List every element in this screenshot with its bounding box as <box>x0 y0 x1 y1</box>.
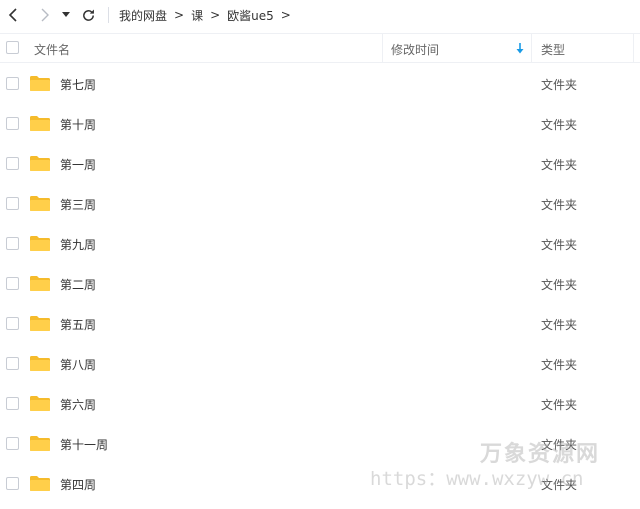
column-header-modified[interactable]: 修改时间 <box>391 41 439 58</box>
breadcrumb-item-current[interactable]: 欧酱ue5 <box>227 7 274 24</box>
table-row[interactable]: 第五周 文件夹 <box>0 304 640 344</box>
caret-down-icon <box>62 12 70 17</box>
folder-icon <box>30 356 50 371</box>
breadcrumb-separator: > <box>280 8 291 22</box>
folder-icon <box>30 236 50 251</box>
row-checkbox[interactable] <box>6 77 19 90</box>
table-row[interactable]: 第三周 文件夹 <box>0 184 640 224</box>
file-list-header: 文件名 修改时间 类型 <box>0 33 640 63</box>
folder-name[interactable]: 第三周 <box>60 196 96 213</box>
table-row[interactable]: 第六周 文件夹 <box>0 384 640 424</box>
file-type: 文件夹 <box>541 438 578 452</box>
chevron-right-icon <box>41 8 49 22</box>
folder-name[interactable]: 第九周 <box>60 236 96 253</box>
folder-name[interactable]: 第十周 <box>60 116 96 133</box>
file-type: 文件夹 <box>541 198 578 212</box>
forward-button[interactable] <box>34 5 54 25</box>
column-header-name[interactable]: 文件名 <box>34 41 70 58</box>
folder-icon <box>30 116 50 131</box>
column-divider[interactable] <box>382 34 383 63</box>
row-checkbox[interactable] <box>6 357 19 370</box>
folder-icon <box>30 396 50 411</box>
folder-name[interactable]: 第八周 <box>60 356 96 373</box>
table-row[interactable]: 第四周 文件夹 <box>0 464 640 504</box>
back-button[interactable] <box>4 5 24 25</box>
table-row[interactable]: 第二周 文件夹 <box>0 264 640 304</box>
refresh-icon <box>82 9 94 21</box>
row-checkbox[interactable] <box>6 157 19 170</box>
file-type: 文件夹 <box>541 118 578 132</box>
breadcrumb-item-course[interactable]: 课 <box>191 7 203 24</box>
file-type: 文件夹 <box>541 478 578 492</box>
breadcrumb-item-root[interactable]: 我的网盘 <box>119 7 167 24</box>
table-row[interactable]: 第十周 文件夹 <box>0 104 640 144</box>
row-checkbox[interactable] <box>6 317 19 330</box>
folder-name[interactable]: 第十一周 <box>60 436 108 453</box>
select-all-checkbox[interactable] <box>6 41 19 54</box>
toolbar-divider <box>108 7 109 23</box>
folder-name[interactable]: 第二周 <box>60 276 96 293</box>
table-row[interactable]: 第八周 文件夹 <box>0 344 640 384</box>
folder-name[interactable]: 第六周 <box>60 396 96 413</box>
history-dropdown-button[interactable] <box>58 5 74 25</box>
file-type: 文件夹 <box>541 238 578 252</box>
folder-icon <box>30 436 50 451</box>
file-type: 文件夹 <box>541 318 578 332</box>
breadcrumb-separator: > <box>210 8 221 22</box>
folder-name[interactable]: 第七周 <box>60 76 96 93</box>
table-row[interactable]: 第一周 文件夹 <box>0 144 640 184</box>
file-type: 文件夹 <box>541 398 578 412</box>
row-checkbox[interactable] <box>6 237 19 250</box>
column-header-type[interactable]: 类型 <box>541 41 565 58</box>
row-checkbox[interactable] <box>6 117 19 130</box>
breadcrumb: 我的网盘 > 课 > 欧酱ue5 > <box>119 6 298 24</box>
table-row[interactable]: 第九周 文件夹 <box>0 224 640 264</box>
navigation-toolbar: 我的网盘 > 课 > 欧酱ue5 > <box>0 0 640 30</box>
row-checkbox[interactable] <box>6 397 19 410</box>
file-type: 文件夹 <box>541 158 578 172</box>
folder-icon <box>30 476 50 491</box>
folder-name[interactable]: 第五周 <box>60 316 96 333</box>
table-row[interactable]: 第七周 文件夹 <box>0 64 640 104</box>
arrow-down-icon[interactable] <box>516 43 524 54</box>
folder-icon <box>30 196 50 211</box>
folder-icon <box>30 156 50 171</box>
row-checkbox[interactable] <box>6 277 19 290</box>
folder-icon <box>30 276 50 291</box>
folder-icon <box>30 76 50 91</box>
file-type: 文件夹 <box>541 278 578 292</box>
chevron-left-icon <box>8 8 17 22</box>
file-type: 文件夹 <box>541 358 578 372</box>
breadcrumb-separator: > <box>174 8 185 22</box>
row-checkbox[interactable] <box>6 437 19 450</box>
folder-name[interactable]: 第四周 <box>60 476 96 493</box>
table-row[interactable]: 第十一周 文件夹 <box>0 424 640 464</box>
folder-name[interactable]: 第一周 <box>60 156 96 173</box>
column-divider[interactable] <box>531 34 532 63</box>
column-divider[interactable] <box>633 34 634 63</box>
refresh-button[interactable] <box>78 5 98 25</box>
row-checkbox[interactable] <box>6 477 19 490</box>
row-checkbox[interactable] <box>6 197 19 210</box>
folder-icon <box>30 316 50 331</box>
file-type: 文件夹 <box>541 78 578 92</box>
